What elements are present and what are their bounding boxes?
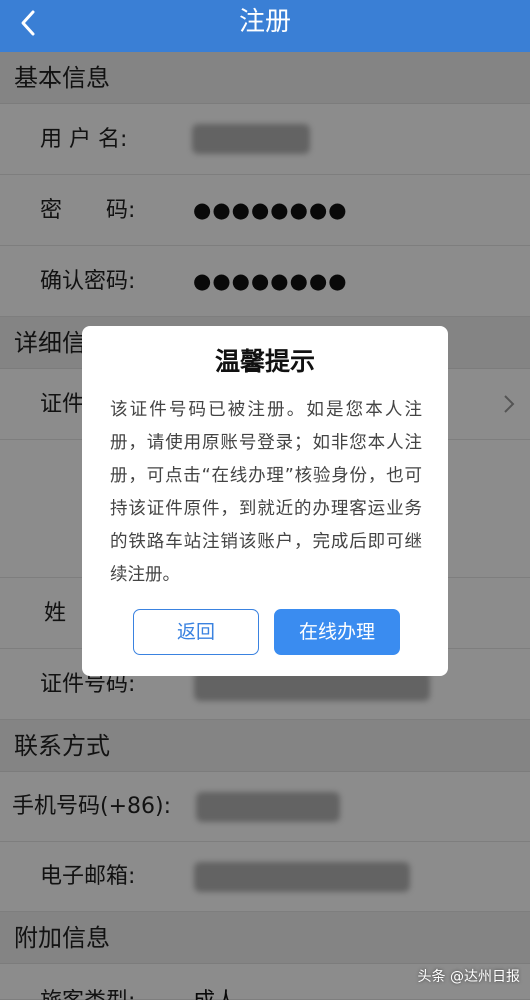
online-process-button[interactable]: 在线办理: [274, 609, 400, 655]
watermark: 头条 @达州日报: [417, 969, 520, 985]
dialog-message: 该证件号码已被注册。如是您本人注册，请使用原账号登录；如非您本人注册，可点击“在…: [110, 400, 422, 585]
page-title: 注册: [238, 7, 291, 37]
back-button[interactable]: 返回: [133, 609, 259, 655]
nav-bar: 注册: [0, 0, 530, 52]
tip-dialog: 温馨提示 该证件号码已被注册。如是您本人注册，请使用原账号登录；如非您本人注册，…: [82, 326, 448, 676]
dialog-title: 温馨提示: [214, 347, 315, 376]
